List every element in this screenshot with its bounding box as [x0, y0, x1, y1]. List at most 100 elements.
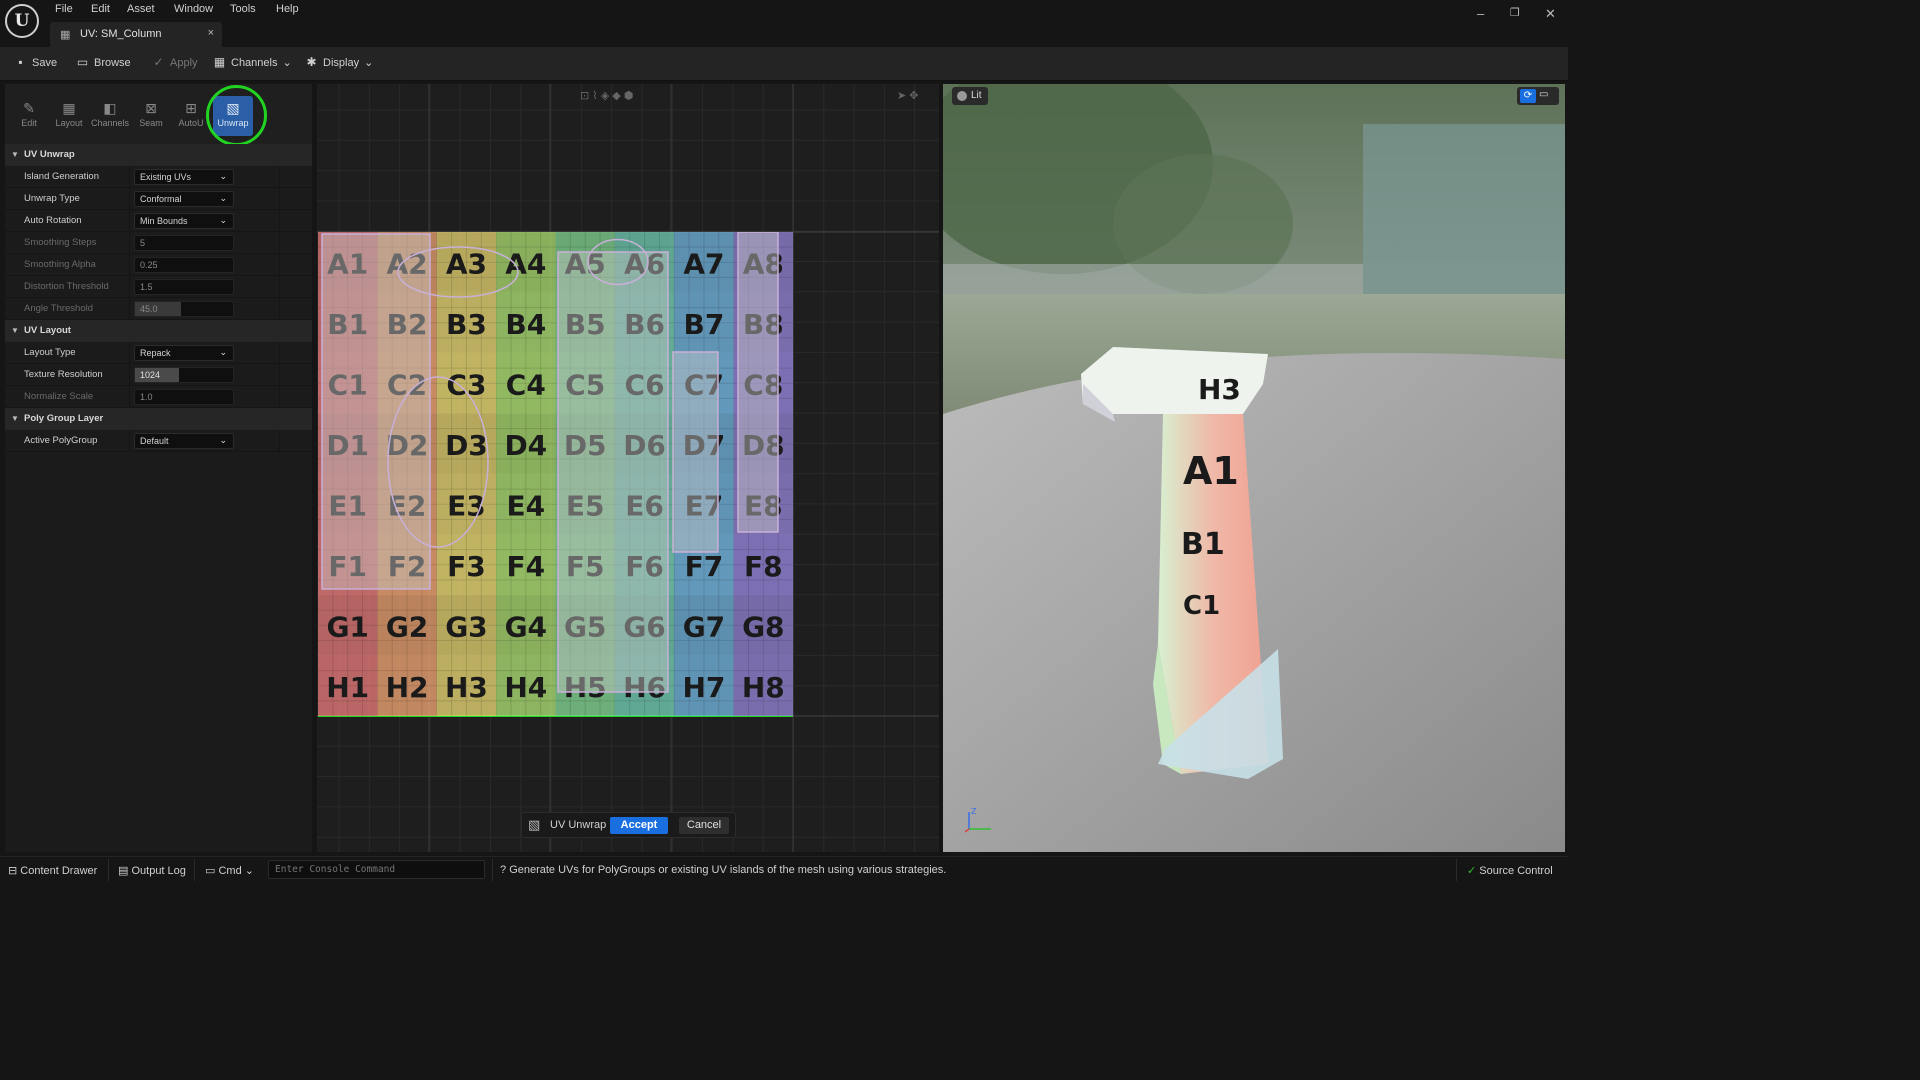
save-button[interactable]: ▪ Save: [14, 56, 57, 69]
3d-preview-viewport[interactable]: A1 B1 C1 H3 Lit ⟳ ▭ Z: [943, 84, 1565, 852]
cancel-button[interactable]: Cancel: [679, 817, 729, 834]
camera-controls[interactable]: ⟳ ▭: [1517, 87, 1559, 105]
mode-layout[interactable]: ▦ Layout: [49, 96, 89, 136]
angle-threshold-field[interactable]: 45.0: [134, 301, 234, 317]
section-uv-unwrap[interactable]: ▼ UV Unwrap: [5, 144, 312, 166]
island-generation-dropdown[interactable]: Existing UVs ⌄: [134, 169, 234, 185]
unwrap-bar-label: UV Unwrap: [550, 819, 607, 831]
uv-island: [737, 232, 779, 533]
uv-checker-texture: A1A2A3A4A5A6A7A8B1B2B3B4B5B6B7B8C1C2C3C4…: [318, 232, 793, 716]
layout-type-dropdown[interactable]: Repack ⌄: [134, 345, 234, 361]
chevron-down-icon: ⌄: [219, 215, 227, 225]
apply-button[interactable]: ✓ Apply: [152, 55, 197, 69]
channels-dropdown[interactable]: ▦ Channels ⌄: [213, 56, 292, 70]
tab-close-icon[interactable]: ×: [208, 27, 214, 39]
mode-edit[interactable]: ✎ Edit: [9, 96, 49, 136]
uv-cell-label: H8: [742, 671, 785, 704]
uv-cell-label: E4: [507, 489, 546, 522]
apply-icon: ✓: [153, 55, 164, 69]
unwrap-accept-bar: ▧ UV Unwrap Accept Cancel: [521, 812, 736, 838]
menu-window[interactable]: Window: [174, 3, 213, 15]
chevron-down-icon: ⌄: [219, 347, 227, 357]
status-bar: ⊟ Content Drawer ▤ Output Log ▭ Cmd ⌄ ? …: [0, 856, 1568, 882]
mode-channels[interactable]: ◧ Channels: [90, 96, 130, 136]
row-normalize-scale: Normalize Scale 1.0: [5, 386, 312, 408]
source-control-button[interactable]: ✓ Source Control: [1467, 864, 1553, 877]
browse-button[interactable]: ▭ Browse: [76, 56, 131, 69]
restore-button[interactable]: ❐: [1510, 6, 1520, 19]
close-window-button[interactable]: ✕: [1545, 6, 1556, 22]
display-dropdown[interactable]: ✱ Display ⌄: [305, 55, 374, 70]
smoothing-steps-field[interactable]: 5: [134, 235, 234, 251]
transform-icons[interactable]: ➤ ✥: [897, 89, 919, 102]
mode-auto-uv[interactable]: ⊞ AutoU: [171, 96, 211, 136]
title-menu-bar: U File Edit Asset Window Tools Help ▦ UV…: [0, 0, 1568, 47]
cmd-dropdown[interactable]: ▭ Cmd ⌄: [205, 864, 254, 877]
uv-cell-label: D4: [504, 429, 547, 462]
mode-seam[interactable]: ⊠ Seam: [131, 96, 171, 136]
uv-cell-label: G7: [683, 610, 725, 643]
uv-cell-label: H7: [682, 671, 725, 704]
row-smoothing-steps: Smoothing Steps 5: [5, 232, 312, 254]
chevron-down-icon: ⌄: [244, 865, 254, 877]
uv-cell-label: F4: [507, 550, 546, 583]
menu-file[interactable]: File: [55, 3, 73, 15]
svg-text:B1: B1: [1181, 527, 1225, 562]
seam-icon: ⊠: [145, 100, 157, 116]
uv-island: [557, 251, 669, 693]
unwrap-type-dropdown[interactable]: Conformal ⌄: [134, 191, 234, 207]
content-drawer-button[interactable]: ⊟ Content Drawer: [8, 864, 97, 877]
highlight-ring: [206, 85, 267, 146]
collapse-triangle-icon: ▼: [11, 414, 19, 423]
chevron-down-icon: ⌄: [364, 57, 374, 69]
row-unwrap-type: Unwrap Type Conformal ⌄: [5, 188, 312, 210]
uv-cell-label: G3: [445, 610, 487, 643]
uv-editor-icon: ▦: [60, 29, 71, 41]
menu-edit[interactable]: Edit: [91, 3, 110, 15]
menu-asset[interactable]: Asset: [127, 3, 155, 15]
minimize-button[interactable]: –: [1477, 6, 1484, 21]
uv-cell-label: H4: [504, 671, 547, 704]
document-tab[interactable]: ▦ UV: SM_Column ×: [50, 22, 222, 47]
output-log-button[interactable]: ▤ Output Log: [118, 864, 186, 877]
uv-cell-label: A4: [505, 247, 546, 280]
row-island-generation: Island Generation Existing UVs ⌄: [5, 166, 312, 188]
section-uv-layout[interactable]: ▼ UV Layout: [5, 320, 312, 342]
menu-tools[interactable]: Tools: [230, 3, 256, 15]
texture-resolution-field[interactable]: 1024: [134, 367, 234, 383]
uv-cell-label: F8: [744, 550, 783, 583]
uv-cell-label: F7: [685, 550, 724, 583]
menu-help[interactable]: Help: [276, 3, 299, 15]
chevron-down-icon: ⌄: [219, 193, 227, 203]
camera-icon[interactable]: ▭: [1539, 89, 1548, 100]
realtime-icon[interactable]: ⟳: [1520, 89, 1536, 103]
selection-mode-icons[interactable]: ⊡ ⌇ ◈ ◆ ⬢: [580, 89, 633, 102]
save-icon: ▪: [18, 55, 23, 69]
uv-cell-label: E3: [447, 489, 486, 522]
section-poly-group-layer[interactable]: ▼ Poly Group Layer: [5, 408, 312, 430]
smoothing-alpha-field[interactable]: 0.25: [134, 257, 234, 273]
chevron-down-icon: ⌄: [219, 171, 227, 181]
active-polygroup-dropdown[interactable]: Default ⌄: [134, 433, 234, 449]
uv-viewport[interactable]: A1A2A3A4A5A6A7A8B1B2B3B4B5B6B7B8C1C2C3C4…: [317, 84, 939, 852]
view-mode-lit-button[interactable]: Lit: [952, 87, 988, 105]
grid-icon: ▦: [62, 100, 76, 116]
uv-cell-label: F3: [447, 550, 486, 583]
normalize-scale-field[interactable]: 1.0: [134, 389, 234, 405]
svg-text:C1: C1: [1183, 591, 1220, 621]
unwrap-icon: ▧: [528, 817, 541, 832]
collapse-triangle-icon: ▼: [11, 150, 19, 159]
folder-icon: ▭: [76, 55, 89, 69]
unreal-logo[interactable]: U: [5, 4, 39, 38]
uv-cell-label: G4: [505, 610, 547, 643]
main-toolbar: ▪ Save ▭ Browse ✓ Apply ▦ Channels ⌄ ✱ D…: [0, 47, 1568, 81]
distortion-threshold-field[interactable]: 1.5: [134, 279, 234, 295]
console-command-input[interactable]: [268, 860, 485, 879]
channels-icon: ◧: [103, 100, 117, 116]
display-icon: ✱: [306, 55, 317, 69]
axis-gizmo: Z: [964, 807, 991, 833]
accept-button[interactable]: Accept: [610, 817, 668, 834]
auto-rotation-dropdown[interactable]: Min Bounds ⌄: [134, 213, 234, 229]
svg-text:H3: H3: [1198, 373, 1241, 406]
row-layout-type: Layout Type Repack ⌄: [5, 342, 312, 364]
